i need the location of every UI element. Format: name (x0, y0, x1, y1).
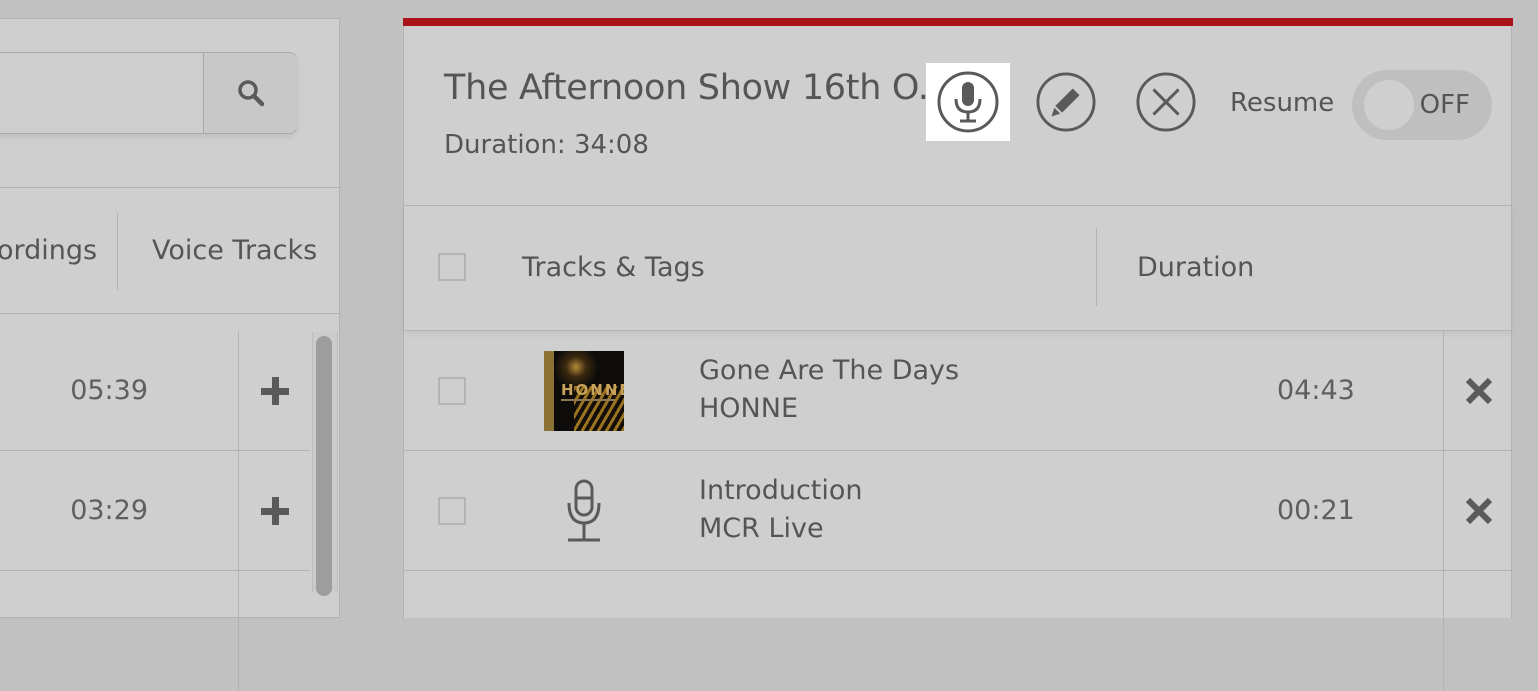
library-row[interactable]: 05:39 (0, 331, 310, 451)
track-thumbnail: HONNE (544, 351, 624, 431)
album-art-text: HONNE (561, 381, 624, 399)
microphone-icon (937, 71, 999, 133)
show-accent-bar (403, 18, 1513, 26)
tab-voice-tracks[interactable]: Voice Tracks (152, 188, 317, 313)
record-voice-track-button[interactable] (926, 63, 1010, 141)
plus-icon (261, 496, 289, 525)
add-to-playlist-button[interactable] (238, 571, 311, 691)
show-duration: Duration: 34:08 (444, 130, 649, 160)
show-duration-value: 34:08 (573, 130, 649, 160)
playlist-row[interactable]: HONNE Gone Are The Days HONNE 04:43 (404, 331, 1512, 451)
search-box (0, 52, 297, 134)
album-art: HONNE (544, 351, 624, 431)
library-row[interactable] (0, 571, 310, 691)
track-title: Gone Are The Days (699, 355, 960, 386)
pencil-icon (1036, 72, 1096, 132)
row-checkbox[interactable] (438, 377, 466, 405)
track-duration: 00:21 (1277, 495, 1355, 526)
column-header-tracks[interactable]: Tracks & Tags (522, 252, 705, 283)
track-artist: MCR Live (699, 513, 824, 544)
remove-icon (1465, 497, 1492, 524)
close-show-button[interactable] (1136, 72, 1196, 132)
tab-voice-tracks-label: Voice Tracks (152, 235, 318, 266)
select-all-checkbox[interactable] (438, 253, 466, 281)
remove-track-button[interactable] (1443, 331, 1513, 450)
edit-show-button[interactable] (1036, 72, 1096, 132)
library-scrollbar-thumb[interactable] (316, 336, 332, 596)
library-tabs: Recordings Voice Tracks (0, 187, 339, 314)
playlist-row[interactable]: Introduction MCR Live 00:21 (404, 451, 1512, 571)
search-button[interactable] (203, 53, 297, 133)
library-row-duration: 05:39 (70, 375, 148, 406)
album-art-subtitle (561, 399, 615, 401)
tab-recordings[interactable]: Recordings (0, 188, 97, 313)
resume-label: Resume (1230, 88, 1335, 118)
remove-icon (1465, 377, 1492, 404)
playlist-row[interactable] (404, 571, 1512, 691)
close-circle-icon (1136, 72, 1196, 132)
toggle-state: OFF (1419, 90, 1470, 120)
track-thumbnail (544, 471, 624, 551)
remove-track-button[interactable] (1443, 451, 1513, 570)
add-to-playlist-button[interactable] (238, 331, 311, 450)
show-title: The Afternoon Show 16th O... (444, 68, 951, 108)
show-duration-label: Duration: (444, 130, 566, 160)
track-artist: HONNE (699, 393, 799, 424)
album-art-spine (544, 351, 554, 431)
library-row[interactable]: 03:29 (0, 451, 310, 571)
library-row-duration: 03:29 (70, 495, 148, 526)
remove-track-button[interactable] (1443, 571, 1513, 691)
tab-recordings-label: Recordings (0, 235, 98, 266)
add-to-playlist-button[interactable] (238, 451, 311, 570)
track-title: Introduction (699, 475, 863, 506)
plus-icon (261, 376, 289, 405)
toggle-knob (1364, 80, 1414, 130)
column-header-duration[interactable]: Duration (1137, 252, 1254, 283)
row-checkbox[interactable] (438, 497, 466, 525)
microphone-icon (567, 479, 601, 542)
search-input[interactable] (0, 53, 203, 133)
search-icon (237, 80, 264, 107)
tab-divider (117, 213, 118, 290)
track-duration: 04:43 (1277, 375, 1355, 406)
column-divider (1096, 228, 1097, 306)
resume-toggle[interactable]: OFF (1352, 70, 1492, 140)
